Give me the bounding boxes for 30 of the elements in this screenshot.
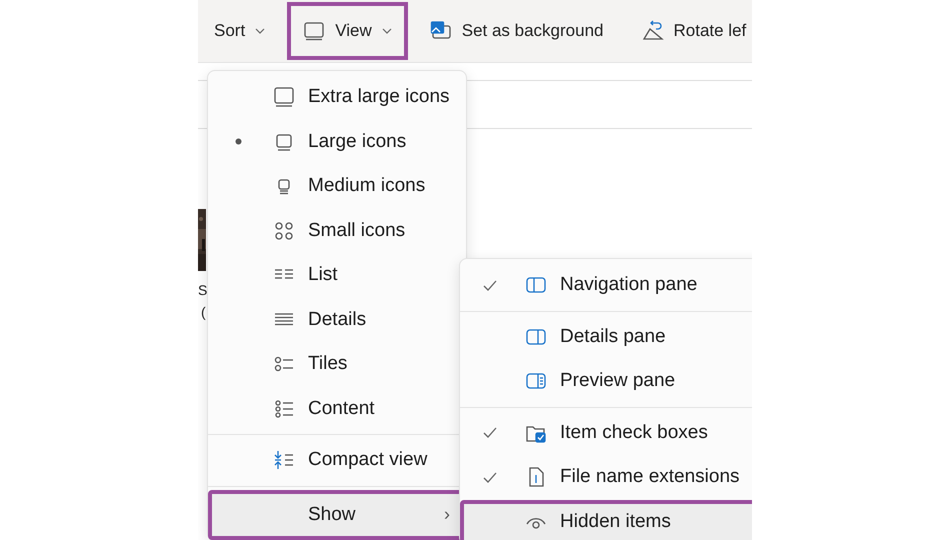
toolbar-button[interactable]: Rotate lef xyxy=(626,2,752,60)
menu-item[interactable]: Extra large icons xyxy=(212,75,462,120)
content-icon xyxy=(273,398,295,420)
menu-item[interactable]: Details pane xyxy=(464,314,752,359)
menu-item[interactable]: Medium icons xyxy=(212,164,462,208)
file-name: S xyxy=(198,281,208,300)
menu-item[interactable]: Large icons xyxy=(212,120,462,164)
menu-item[interactable]: Details xyxy=(212,298,462,342)
menu-item[interactable]: Compact view xyxy=(212,438,462,482)
menu-item[interactable]: Tiles xyxy=(212,342,462,386)
compact-icon xyxy=(273,449,295,472)
grid-icon xyxy=(273,220,295,242)
menu-item[interactable]: List xyxy=(212,253,462,298)
menu-item[interactable]: Navigation pane xyxy=(464,263,752,308)
menu-item[interactable]: File name extensions xyxy=(464,455,752,500)
file-name: ( xyxy=(201,303,206,322)
rotate-icon xyxy=(642,20,664,42)
chevron-icon: › xyxy=(444,504,450,525)
caret-icon xyxy=(255,28,266,34)
menu-item[interactable]: Small icons xyxy=(212,208,462,253)
caret-icon xyxy=(382,28,392,34)
toolbar-button[interactable]: Set as background xyxy=(414,2,620,60)
monitor-icon xyxy=(303,20,326,42)
menu-item[interactable]: Item check boxes xyxy=(464,410,752,455)
menu-item[interactable]: Hidden items xyxy=(460,500,752,540)
menu-item[interactable]: Preview pane xyxy=(464,359,752,404)
menu-item[interactable]: Content xyxy=(212,386,462,431)
toolbar-button[interactable]: Sort xyxy=(198,2,282,60)
monitor-icon xyxy=(273,86,295,108)
toolbar-button[interactable]: View xyxy=(287,2,408,60)
